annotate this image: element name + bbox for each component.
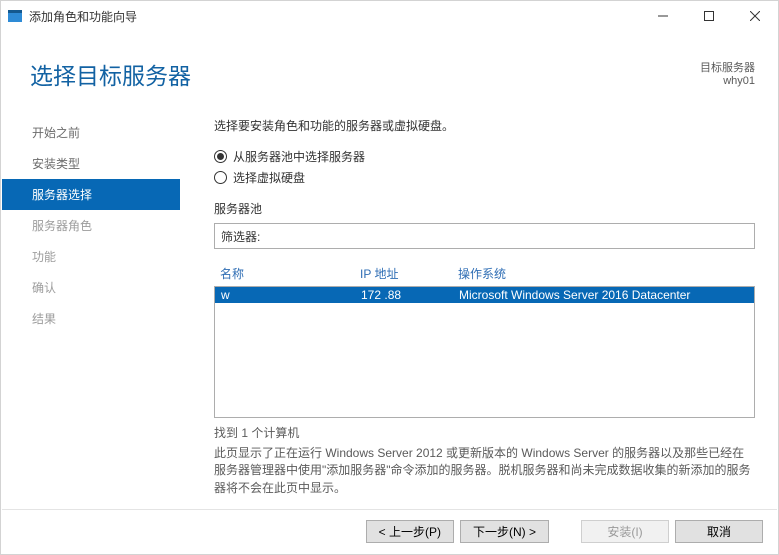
maximize-button[interactable] — [686, 1, 732, 31]
content-pane: 选择要安装角色和功能的服务器或虚拟硬盘。 从服务器池中选择服务器 选择虚拟硬盘 … — [180, 105, 777, 509]
cancel-button[interactable]: 取消 — [675, 520, 763, 543]
step-confirmation: 确认 — [2, 272, 180, 303]
content-area: 选择目标服务器 目标服务器 why01 开始之前 安装类型 服务器选择 服务器角… — [2, 31, 777, 553]
radio-select-from-pool[interactable]: 从服务器池中选择服务器 — [214, 148, 755, 165]
column-name-header[interactable]: 名称 — [220, 265, 360, 282]
wizard-footer: < 上一步(P) 下一步(N) > 安装(I) 取消 — [2, 509, 777, 553]
step-results: 结果 — [2, 303, 180, 334]
cell-name: w — [221, 288, 361, 302]
minimize-button[interactable] — [640, 1, 686, 31]
step-before-you-begin[interactable]: 开始之前 — [2, 117, 180, 148]
column-os-header[interactable]: 操作系统 — [458, 265, 749, 282]
titlebar: 添加角色和功能向导 — [1, 1, 778, 31]
previous-button[interactable]: < 上一步(P) — [366, 520, 454, 543]
page-title: 选择目标服务器 — [30, 57, 749, 91]
filter-box: 筛选器: — [214, 223, 755, 249]
step-nav: 开始之前 安装类型 服务器选择 服务器角色 功能 确认 结果 — [2, 105, 180, 509]
page-header: 选择目标服务器 目标服务器 why01 — [2, 31, 777, 105]
next-button[interactable]: 下一步(N) > — [460, 520, 549, 543]
filter-input[interactable] — [266, 225, 754, 247]
radio-vhd-label: 选择虚拟硬盘 — [233, 169, 305, 186]
window-buttons — [640, 1, 778, 31]
cell-ip: 172 .88 — [361, 288, 459, 302]
window-title: 添加角色和功能向导 — [29, 8, 137, 25]
server-pool-label: 服务器池 — [214, 200, 755, 217]
step-installation-type[interactable]: 安装类型 — [2, 148, 180, 179]
step-server-roles: 服务器角色 — [2, 210, 180, 241]
install-button: 安装(I) — [581, 520, 669, 543]
radio-pool-label: 从服务器池中选择服务器 — [233, 148, 365, 165]
step-server-selection[interactable]: 服务器选择 — [2, 179, 180, 210]
column-ip-header[interactable]: IP 地址 — [360, 265, 458, 282]
server-row[interactable]: w 172 .88 Microsoft Windows Server 2016 … — [215, 287, 754, 303]
radio-icon — [214, 150, 227, 163]
radio-icon — [214, 171, 227, 184]
close-button[interactable] — [732, 1, 778, 31]
radio-select-vhd[interactable]: 选择虚拟硬盘 — [214, 169, 755, 186]
instruction-text: 选择要安装角色和功能的服务器或虚拟硬盘。 — [214, 117, 755, 134]
page-description: 此页显示了正在运行 Windows Server 2012 或更新版本的 Win… — [214, 445, 755, 497]
grid-header: 名称 IP 地址 操作系统 — [214, 265, 755, 286]
server-grid[interactable]: w 172 .88 Microsoft Windows Server 2016 … — [214, 286, 755, 418]
filter-label: 筛选器: — [215, 228, 266, 245]
found-count: 找到 1 个计算机 — [214, 424, 755, 441]
main-area: 开始之前 安装类型 服务器选择 服务器角色 功能 确认 结果 选择要安装角色和功… — [2, 105, 777, 509]
cell-os: Microsoft Windows Server 2016 Datacenter — [459, 288, 748, 302]
destination-name: why01 — [700, 75, 755, 87]
app-icon — [7, 8, 23, 24]
step-features: 功能 — [2, 241, 180, 272]
destination-label: 目标服务器 — [700, 59, 755, 75]
destination-box: 目标服务器 why01 — [700, 59, 755, 87]
